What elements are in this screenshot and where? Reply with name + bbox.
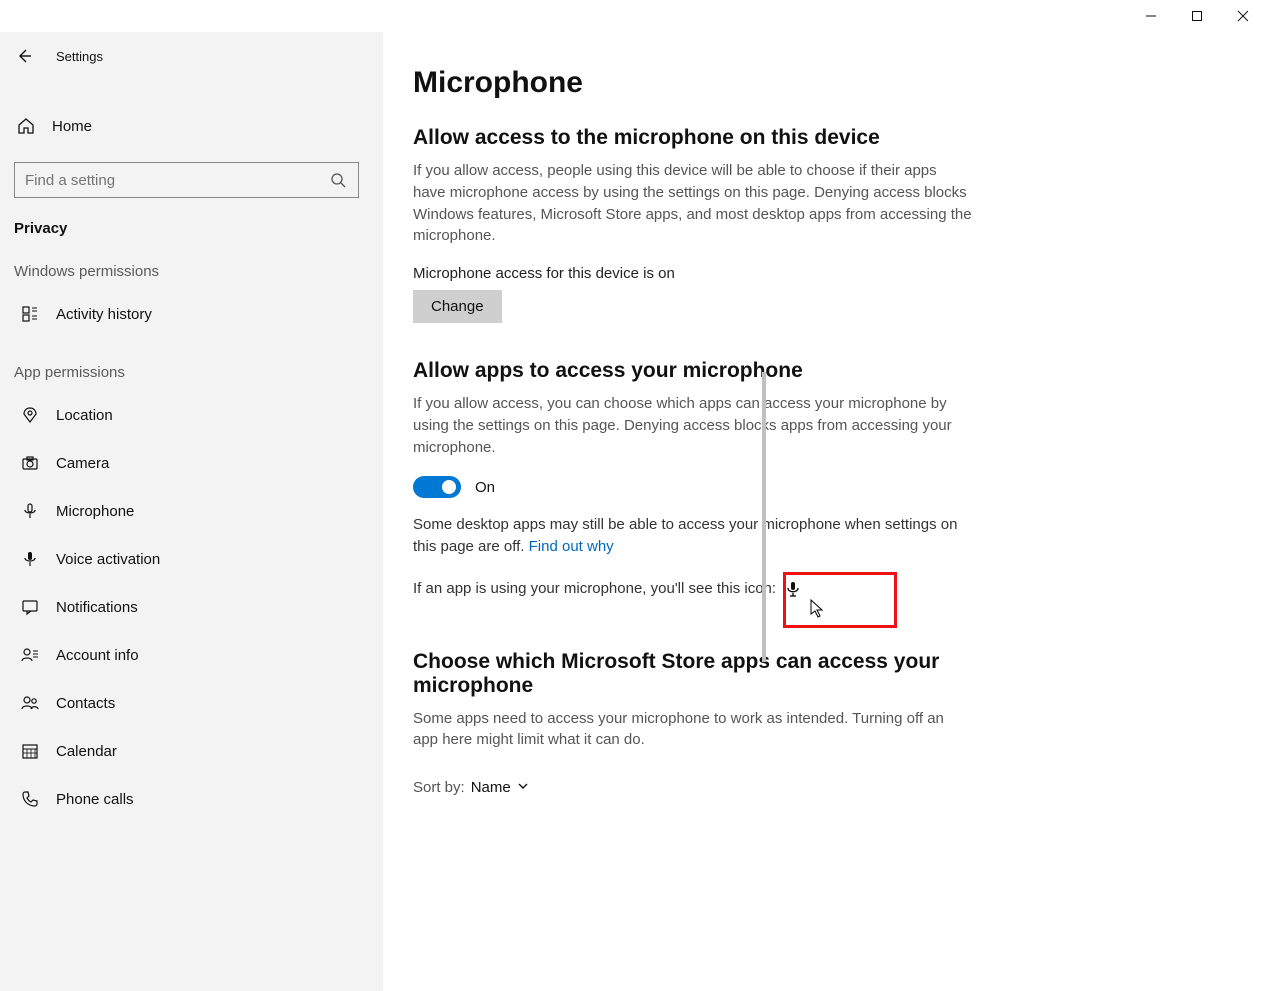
home-icon	[14, 117, 38, 135]
sidebar-item-label: Activity history	[56, 306, 152, 323]
sort-label: Sort by:	[413, 779, 465, 796]
location-icon	[18, 406, 42, 424]
sidebar-item-label: Contacts	[56, 695, 115, 712]
section-windows-permissions: Windows permissions	[0, 237, 383, 290]
voice-activation-icon	[18, 550, 42, 568]
camera-icon	[18, 454, 42, 472]
app-access-toggle[interactable]	[413, 476, 461, 498]
section-heading-app-access: Allow apps to access your microphone	[413, 359, 1226, 383]
close-button[interactable]	[1220, 0, 1266, 32]
toggle-state-label: On	[475, 479, 495, 496]
sidebar-home[interactable]: Home	[0, 104, 383, 148]
sort-control[interactable]: Sort by: Name	[413, 779, 1226, 796]
section-app-permissions: App permissions	[0, 338, 383, 391]
desktop-apps-note: Some desktop apps may still be able to a…	[413, 514, 973, 558]
section-heading-store-apps: Choose which Microsoft Store apps can ac…	[413, 650, 973, 698]
mic-in-use-text: If an app is using your microphone, you'…	[413, 580, 776, 597]
contacts-icon	[18, 694, 42, 712]
sidebar-item-contacts[interactable]: Contacts	[0, 679, 383, 727]
sidebar-item-label: Phone calls	[56, 791, 134, 808]
back-button[interactable]	[0, 36, 48, 76]
note-text: Some desktop apps may still be able to a…	[413, 516, 957, 555]
category-label: Privacy	[0, 198, 383, 237]
microphone-indicator-icon	[786, 581, 800, 597]
sidebar-item-notifications[interactable]: Notifications	[0, 583, 383, 631]
section-desc-store-apps: Some apps need to access your microphone…	[413, 708, 973, 752]
search-input[interactable]	[25, 172, 328, 189]
sidebar-item-phone-calls[interactable]: Phone calls	[0, 775, 383, 823]
sidebar-item-calendar[interactable]: Calendar	[0, 727, 383, 775]
cursor-overlay	[810, 599, 826, 624]
sidebar-item-voice-activation[interactable]: Voice activation	[0, 535, 383, 583]
account-info-icon	[18, 646, 42, 664]
window-titlebar	[0, 0, 1266, 32]
section-desc-device-access: If you allow access, people using this d…	[413, 160, 973, 247]
sort-value: Name	[471, 779, 511, 796]
sidebar-item-label: Location	[56, 407, 113, 424]
sidebar: Settings Home Privacy	[0, 32, 383, 991]
sidebar-item-label: Account info	[56, 647, 139, 664]
calendar-icon	[18, 742, 42, 760]
maximize-button[interactable]	[1174, 0, 1220, 32]
phone-icon	[18, 790, 42, 808]
change-button[interactable]: Change	[413, 290, 502, 323]
sidebar-item-account-info[interactable]: Account info	[0, 631, 383, 679]
toggle-knob	[442, 480, 456, 494]
sidebar-item-activity-history[interactable]: Activity history	[0, 290, 383, 338]
section-heading-device-access: Allow access to the microphone on this d…	[413, 126, 1226, 150]
sidebar-item-label: Voice activation	[56, 551, 160, 568]
sidebar-item-location[interactable]: Location	[0, 391, 383, 439]
chevron-down-icon	[517, 779, 529, 796]
minimize-button[interactable]	[1128, 0, 1174, 32]
sidebar-item-label: Calendar	[56, 743, 117, 760]
home-label: Home	[52, 118, 92, 135]
sidebar-item-label: Notifications	[56, 599, 138, 616]
sidebar-item-label: Camera	[56, 455, 109, 472]
mic-in-use-note: If an app is using your microphone, you'…	[413, 578, 973, 600]
device-access-status: Microphone access for this device is on	[413, 265, 1226, 282]
search-icon	[328, 172, 348, 188]
microphone-icon	[18, 502, 42, 520]
page-title: Microphone	[413, 66, 1226, 100]
sidebar-item-label: Microphone	[56, 503, 134, 520]
find-out-why-link[interactable]: Find out why	[529, 538, 614, 555]
app-title: Settings	[56, 49, 103, 64]
activity-icon	[18, 305, 42, 323]
sidebar-item-camera[interactable]: Camera	[0, 439, 383, 487]
scrollbar-indicator[interactable]	[762, 372, 766, 662]
section-desc-app-access: If you allow access, you can choose whic…	[413, 393, 973, 458]
content-pane: Microphone Allow access to the microphon…	[383, 32, 1266, 991]
search-input-wrap[interactable]	[14, 162, 359, 198]
notifications-icon	[18, 598, 42, 616]
sidebar-item-microphone[interactable]: Microphone	[0, 487, 383, 535]
